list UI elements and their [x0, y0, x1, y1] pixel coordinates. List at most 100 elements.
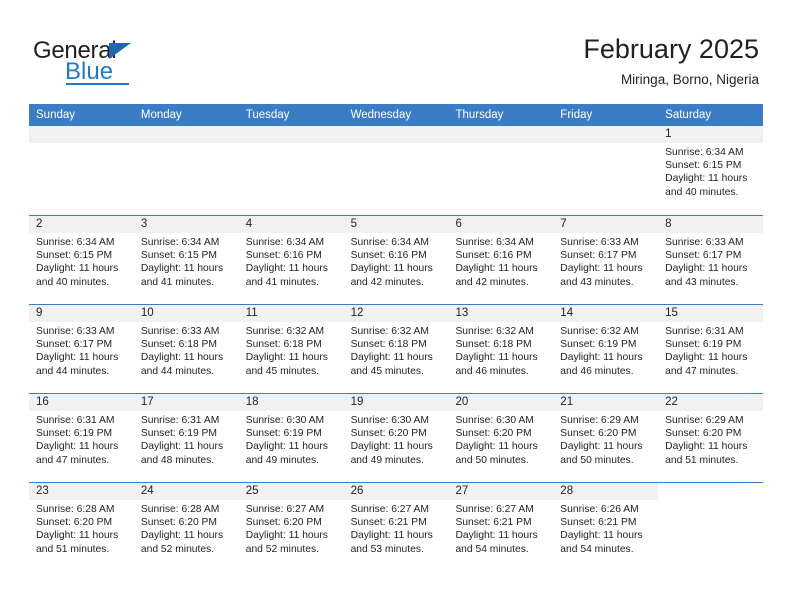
daylight-text-line2: and 47 minutes.	[36, 454, 110, 466]
calendar-day-cell[interactable]: 17 Sunrise: 6:31 AM Sunset: 6:19 PM Dayligh…	[133, 394, 239, 482]
page-subtitle-location: Miringa, Borno, Nigeria	[620, 72, 759, 87]
daylight-text-line2: and 53 minutes.	[350, 543, 424, 555]
day-number	[658, 483, 763, 500]
calendar-day-cell[interactable]: 4 Sunrise: 6:34 AM Sunset: 6:16 PM Daylight…	[238, 216, 344, 304]
day-sun-info: Sunrise: 6:29 AM Sunset: 6:20 PM Daylight:…	[658, 411, 763, 467]
sunrise-text: Sunrise: 6:31 AM	[140, 415, 220, 426]
daylight-text-line1: Daylight: 11 hours	[140, 352, 224, 364]
sunset-text: Sunset: 6:19 PM	[140, 428, 217, 440]
daylight-text-line2: and 46 minutes.	[455, 365, 529, 377]
daylight-text-line2: and 44 minutes.	[140, 365, 215, 377]
day-number: 21	[553, 394, 659, 411]
sunset-text: Sunset: 6:17 PM	[665, 250, 742, 262]
sunset-text: Sunset: 6:20 PM	[36, 517, 113, 529]
calendar-weeks: 1 Sunrise: 6:34 AM Sunset: 6:15 PM Daylight…	[29, 126, 764, 571]
sunset-text: Sunset: 6:21 PM	[350, 517, 427, 529]
calendar-day-cell[interactable]: 2 Sunrise: 6:34 AM Sunset: 6:15 PM Daylight…	[29, 216, 134, 304]
calendar-page: General Blue February 2025 Miringa, Born…	[0, 0, 792, 612]
calendar-day-cell[interactable]: 11 Sunrise: 6:32 AM Sunset: 6:18 PM Dayligh…	[238, 305, 344, 393]
daylight-text-line2: and 42 minutes.	[350, 276, 424, 288]
day-number: 13	[448, 305, 554, 322]
day-sun-info: Sunrise: 6:31 AM Sunset: 6:19 PM Daylight:…	[658, 322, 763, 378]
daylight-text-line2: and 49 minutes.	[350, 454, 424, 466]
calendar-day-cell[interactable]: 24 Sunrise: 6:28 AM Sunset: 6:20 PM Dayligh…	[133, 483, 239, 571]
daylight-text-line2: and 43 minutes.	[560, 276, 634, 288]
sunrise-text: Sunrise: 6:27 AM	[245, 504, 325, 515]
sunrise-text: Sunrise: 6:29 AM	[560, 415, 639, 426]
daylight-text-line1: Daylight: 11 hours	[455, 263, 538, 275]
calendar-day-cell[interactable]: 14 Sunrise: 6:32 AM Sunset: 6:19 PM Dayligh…	[553, 305, 659, 393]
general-blue-logo[interactable]: General Blue	[33, 38, 213, 86]
calendar-day-cell[interactable]: 8 Sunrise: 6:33 AM Sunset: 6:17 PM Daylight…	[658, 216, 764, 304]
daylight-text-line2: and 52 minutes.	[245, 543, 319, 555]
daylight-text-line1: Daylight: 11 hours	[140, 441, 224, 453]
day-sun-info: Sunrise: 6:32 AM Sunset: 6:19 PM Daylight:…	[553, 322, 658, 378]
calendar-empty-cell	[448, 126, 554, 215]
calendar-day-cell[interactable]: 28 Sunrise: 6:26 AM Sunset: 6:21 PM Dayligh…	[553, 483, 659, 571]
sunrise-text: Sunrise: 6:34 AM	[455, 237, 534, 248]
day-number: 12	[343, 305, 449, 322]
day-sun-info: Sunrise: 6:26 AM Sunset: 6:21 PM Daylight:…	[553, 500, 658, 556]
sunrise-text: Sunrise: 6:34 AM	[140, 237, 220, 248]
daylight-text-line2: and 41 minutes.	[140, 276, 215, 288]
page-title: February 2025	[583, 34, 759, 64]
daylight-text-line1: Daylight: 11 hours	[560, 263, 643, 275]
day-number: 25	[238, 483, 344, 500]
calendar-day-cell[interactable]: 3 Sunrise: 6:34 AM Sunset: 6:15 PM Daylight…	[133, 216, 239, 304]
calendar-day-cell[interactable]: 7 Sunrise: 6:33 AM Sunset: 6:17 PM Daylight…	[553, 216, 659, 304]
calendar-day-cell[interactable]: 9 Sunrise: 6:33 AM Sunset: 6:17 PM Daylight…	[29, 305, 134, 393]
calendar-day-cell[interactable]: 6 Sunrise: 6:34 AM Sunset: 6:16 PM Daylight…	[448, 216, 554, 304]
sunset-text: Sunset: 6:18 PM	[140, 339, 217, 351]
daylight-text-line2: and 50 minutes.	[560, 454, 634, 466]
calendar-day-cell[interactable]: 23 Sunrise: 6:28 AM Sunset: 6:20 PM Dayligh…	[29, 483, 134, 571]
day-sun-info: Sunrise: 6:31 AM Sunset: 6:19 PM Daylight:…	[134, 411, 239, 467]
day-number: 15	[658, 305, 764, 322]
calendar-day-cell[interactable]: 22 Sunrise: 6:29 AM Sunset: 6:20 PM Dayligh…	[658, 394, 764, 482]
day-number: 16	[29, 394, 134, 411]
calendar-day-cell[interactable]: 16 Sunrise: 6:31 AM Sunset: 6:19 PM Dayligh…	[29, 394, 134, 482]
sunrise-text: Sunrise: 6:28 AM	[140, 504, 220, 515]
calendar-day-cell[interactable]: 12 Sunrise: 6:32 AM Sunset: 6:18 PM Dayligh…	[343, 305, 449, 393]
calendar-day-cell[interactable]: 18 Sunrise: 6:30 AM Sunset: 6:19 PM Dayligh…	[238, 394, 344, 482]
day-number: 6	[448, 216, 554, 233]
calendar-day-cell[interactable]: 27 Sunrise: 6:27 AM Sunset: 6:21 PM Dayligh…	[448, 483, 554, 571]
sunrise-text: Sunrise: 6:33 AM	[36, 326, 115, 337]
sunset-text: Sunset: 6:15 PM	[140, 250, 217, 262]
sunset-text: Sunset: 6:16 PM	[350, 250, 427, 262]
calendar-day-cell[interactable]: 21 Sunrise: 6:29 AM Sunset: 6:20 PM Dayligh…	[553, 394, 659, 482]
sunrise-text: Sunrise: 6:30 AM	[350, 415, 429, 426]
calendar-day-cell[interactable]: 13 Sunrise: 6:32 AM Sunset: 6:18 PM Dayligh…	[448, 305, 554, 393]
day-number: 28	[553, 483, 659, 500]
day-number	[133, 126, 239, 143]
daylight-text-line1: Daylight: 11 hours	[245, 263, 328, 275]
calendar-day-cell[interactable]: 1 Sunrise: 6:34 AM Sunset: 6:15 PM Daylight…	[658, 126, 764, 215]
day-number	[343, 126, 449, 143]
day-sun-info: Sunrise: 6:27 AM Sunset: 6:21 PM Daylight:…	[344, 500, 449, 556]
day-number: 10	[133, 305, 239, 322]
calendar-day-cell[interactable]: 26 Sunrise: 6:27 AM Sunset: 6:21 PM Dayligh…	[343, 483, 449, 571]
day-sun-info: Sunrise: 6:30 AM Sunset: 6:20 PM Daylight:…	[344, 411, 449, 467]
calendar-day-cell[interactable]: 25 Sunrise: 6:27 AM Sunset: 6:20 PM Dayligh…	[238, 483, 344, 571]
daylight-text-line1: Daylight: 11 hours	[665, 263, 748, 275]
calendar-day-cell[interactable]: 19 Sunrise: 6:30 AM Sunset: 6:20 PM Dayligh…	[343, 394, 449, 482]
daylight-text-line2: and 54 minutes.	[560, 543, 634, 555]
day-number	[553, 126, 659, 143]
calendar-day-cell[interactable]: 15 Sunrise: 6:31 AM Sunset: 6:19 PM Dayligh…	[658, 305, 764, 393]
sunset-text: Sunset: 6:20 PM	[245, 517, 322, 529]
sunrise-text: Sunrise: 6:33 AM	[140, 326, 220, 337]
calendar-week-row: 1 Sunrise: 6:34 AM Sunset: 6:15 PM Daylight…	[29, 126, 764, 215]
day-sun-info: Sunrise: 6:34 AM Sunset: 6:16 PM Daylight:…	[239, 233, 344, 289]
logo-underline	[66, 83, 129, 85]
sunrise-text: Sunrise: 6:31 AM	[665, 326, 744, 337]
day-number: 11	[238, 305, 344, 322]
daylight-text-line1: Daylight: 11 hours	[140, 263, 224, 275]
weekday-header-wednesday: Wednesday	[350, 109, 412, 121]
calendar-day-cell[interactable]: 20 Sunrise: 6:30 AM Sunset: 6:20 PM Dayligh…	[448, 394, 554, 482]
sunrise-text: Sunrise: 6:30 AM	[245, 415, 325, 426]
calendar-day-cell[interactable]: 10 Sunrise: 6:33 AM Sunset: 6:18 PM Dayligh…	[133, 305, 239, 393]
daylight-text-line1: Daylight: 11 hours	[560, 530, 643, 542]
calendar-day-cell[interactable]: 5 Sunrise: 6:34 AM Sunset: 6:16 PM Daylight…	[343, 216, 449, 304]
daylight-text-line2: and 46 minutes.	[560, 365, 634, 377]
daylight-text-line2: and 45 minutes.	[245, 365, 319, 377]
weekday-header-row: Sunday Monday Tuesday Wednesday Thursday…	[29, 104, 763, 126]
